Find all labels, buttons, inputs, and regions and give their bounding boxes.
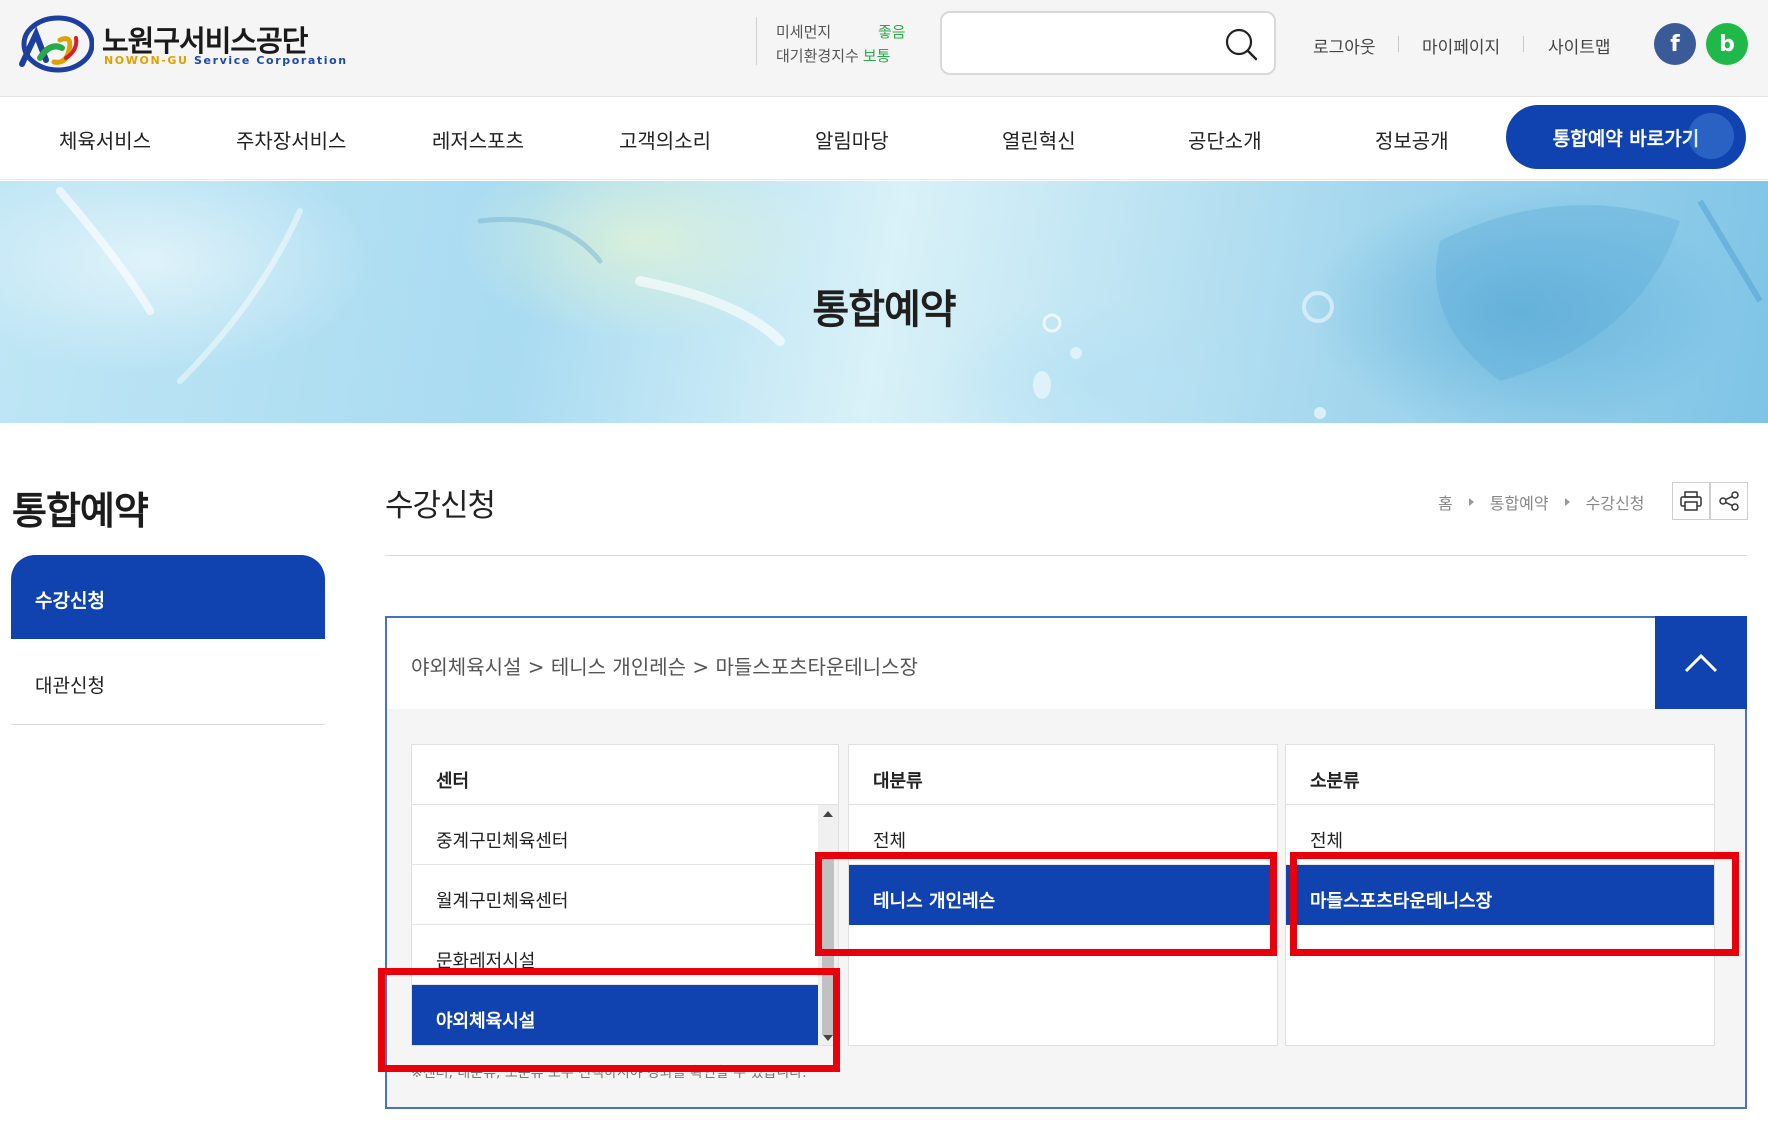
fine-dust-value: 좋음 (878, 23, 906, 41)
minor-category-option-selected[interactable]: 마들스포츠타운테니스장 (1286, 865, 1714, 925)
center-option[interactable]: 중계구민체육센터 (412, 805, 820, 865)
nav-sports-service[interactable]: 체육서비스 (59, 125, 151, 154)
breadcrumb-current: 수강신청 (1585, 494, 1645, 513)
reservation-shortcut-label: 통합예약 바로가기 (1552, 127, 1700, 150)
page-banner: 통합예약 (0, 181, 1768, 423)
util-separator (1523, 36, 1524, 52)
center-list-header: 센터 (412, 745, 838, 805)
nav-leisure-sports[interactable]: 레저스포츠 (432, 125, 524, 154)
print-icon (1680, 491, 1702, 511)
print-button[interactable] (1672, 482, 1710, 520)
breadcrumb-home[interactable]: 홈 (1438, 490, 1453, 514)
major-category-header: 대분류 (849, 745, 1277, 805)
header-divider (756, 17, 757, 65)
minor-category-header: 소분류 (1286, 745, 1714, 805)
main-navigation: 체육서비스 주차장서비스 레저스포츠 고객의소리 알림마당 열린혁신 공단소개 … (0, 97, 1768, 180)
site-logo[interactable]: 노원구서비스공단 NOWON-GU Service Corporation (16, 14, 346, 74)
search-icon[interactable] (1224, 27, 1258, 61)
scroll-up-arrow-icon[interactable] (823, 811, 833, 817)
nav-notice[interactable]: 알림마당 (815, 125, 889, 154)
minor-category-option[interactable]: 전체 (1286, 805, 1714, 865)
center-list: 센터 중계구민체육센터 월계구민체육센터 문화레저시설 야외체육시설 (411, 744, 839, 1046)
center-list-scrollbar[interactable] (818, 805, 838, 1045)
sitemap-link[interactable]: 사이트맵 (1548, 33, 1611, 58)
logo-subtitle: NOWON-GU Service Corporation (104, 54, 348, 67)
nav-customer-voice[interactable]: 고객의소리 (619, 125, 711, 154)
chevron-up-icon (1684, 653, 1718, 672)
sidebar-item-course-application[interactable]: 수강신청 (11, 555, 325, 639)
center-option[interactable]: 월계구민체육센터 (412, 865, 820, 925)
blog-icon[interactable]: b (1706, 23, 1748, 65)
center-option-selected[interactable]: 야외체육시설 (412, 985, 820, 1045)
breadcrumb-reservation[interactable]: 통합예약 (1490, 490, 1549, 514)
minor-category-list: 소분류 전체 마들스포츠타운테니스장 (1285, 744, 1715, 1046)
major-category-list: 대분류 전체 테니스 개인레슨 (848, 744, 1278, 1046)
air-quality: 미세먼지 좋음 대기환경지수 보통 (776, 20, 906, 68)
banner-title: 통합예약 (812, 287, 956, 333)
top-bar: 노원구서비스공단 NOWON-GU Service Corporation 미세… (0, 0, 1768, 97)
sidebar-title: 통합예약 (12, 489, 149, 533)
util-separator (1398, 36, 1399, 52)
share-button[interactable] (1710, 482, 1748, 520)
breadcrumb: 홈 통합예약 수강신청 (1438, 490, 1645, 514)
mypage-link[interactable]: 마이페이지 (1422, 33, 1500, 58)
selector-note: ※센터, 대분류, 소분류 모두 선택하셔야 강좌를 확인할 수 있습니다. (411, 1065, 807, 1081)
search-box (940, 11, 1276, 75)
fine-dust-label: 미세먼지 (776, 23, 832, 41)
selected-path: 야외체육시설 > 테니스 개인레슨 > 마들스포츠타운테니스장 (411, 655, 918, 679)
reservation-shortcut-button[interactable]: 통합예약 바로가기 (1506, 105, 1746, 169)
breadcrumb-arrow-icon (1564, 498, 1570, 506)
air-index-value: 보통 (862, 47, 891, 65)
scroll-down-arrow-icon[interactable] (823, 1035, 833, 1041)
reservation-selector-panel: 야외체육시설 > 테니스 개인레슨 > 마들스포츠타운테니스장 센터 중계구민체… (385, 616, 1747, 1109)
nav-about[interactable]: 공단소개 (1188, 125, 1262, 154)
nav-info-disclosure[interactable]: 정보공개 (1375, 125, 1449, 154)
selector-header: 야외체육시설 > 테니스 개인레슨 > 마들스포츠타운테니스장 (387, 618, 1745, 709)
facebook-icon[interactable]: f (1654, 23, 1696, 65)
page-title: 수강신청 (385, 488, 496, 524)
major-category-option[interactable]: 전체 (849, 805, 1277, 865)
logo-mark-icon (19, 15, 94, 73)
nav-parking-service[interactable]: 주차장서비스 (236, 125, 346, 154)
logout-link[interactable]: 로그아웃 (1313, 33, 1376, 58)
center-option[interactable]: 문화레저시설 (412, 925, 820, 985)
major-category-option-selected[interactable]: 테니스 개인레슨 (849, 865, 1277, 925)
collapse-toggle-button[interactable] (1655, 616, 1747, 709)
breadcrumb-arrow-icon (1468, 498, 1474, 506)
share-icon (1719, 491, 1739, 511)
button-glow (1688, 113, 1734, 159)
content-divider (385, 555, 1747, 556)
scroll-thumb[interactable] (822, 859, 834, 1035)
air-index-label: 대기환경지수 (776, 47, 859, 65)
search-input[interactable] (956, 27, 1216, 59)
sidebar-item-facility-rental[interactable]: 대관신청 (11, 639, 325, 725)
nav-innovation[interactable]: 열린혁신 (1002, 125, 1076, 154)
